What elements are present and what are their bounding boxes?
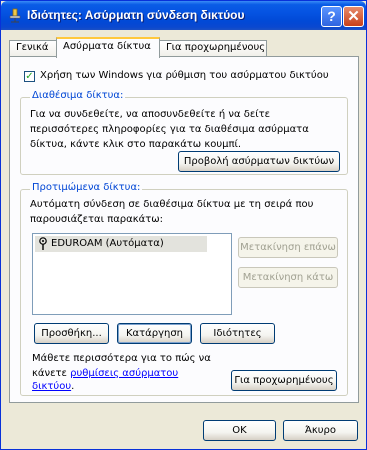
cancel-button[interactable]: Άκυρο <box>283 420 358 441</box>
tab-advanced[interactable]: Για προχωρημένους <box>159 40 267 56</box>
learn-more-suffix: . <box>71 381 75 392</box>
preferred-networks-list[interactable]: EDUROAM (Αυτόματα) <box>32 233 232 315</box>
advanced-button[interactable]: Για προχωρημένους <box>231 370 337 391</box>
list-item[interactable]: EDUROAM (Αυτόματα) <box>35 236 207 252</box>
view-wireless-networks-button[interactable]: Προβολή ασύρματων δικτύων <box>178 151 340 172</box>
network-properties-button[interactable]: Ιδιότητες <box>200 323 275 344</box>
use-windows-checkbox[interactable]: ✓ <box>24 71 35 82</box>
tab-wireless-networks[interactable]: Ασύρματα δίκτυα <box>56 37 160 58</box>
ok-button[interactable]: OK <box>203 420 276 441</box>
remove-network-button[interactable]: Κατάργηση <box>117 323 192 344</box>
add-network-button[interactable]: Προσθήκη... <box>34 323 109 344</box>
tab-general[interactable]: Γενικά <box>9 40 57 56</box>
preferred-networks-legend: Προτιμώμενα δίκτυα: <box>30 182 143 193</box>
wireless-network-icon <box>39 237 47 250</box>
learn-more-line3: δικτύου. <box>32 381 74 392</box>
wireless-settings-link-continued[interactable]: δικτύου <box>32 381 71 392</box>
available-description-line: δίκτυα, κάντε κλικ στο παρακάτω κουμπί. <box>30 139 242 150</box>
network-name: EDUROAM (Αυτόματα) <box>51 238 164 249</box>
move-down-button[interactable]: Μετακίνηση κάτω <box>238 267 338 288</box>
tab-panel: ✓ Χρήση των Windows για ρύθμιση του ασύρ… <box>9 56 359 403</box>
move-up-button[interactable]: Μετακίνηση επάνω <box>238 237 338 258</box>
properties-dialog: Ιδιότητες: Ασύρματη σύνδεση δικτύου ? ✕ … <box>0 0 367 450</box>
window-title: Ιδιότητες: Ασύρματη σύνδεση δικτύου <box>27 8 245 22</box>
close-button[interactable]: ✕ <box>343 6 364 27</box>
title-bar[interactable]: Ιδιότητες: Ασύρματη σύνδεση δικτύου ? ✕ <box>1 1 366 30</box>
learn-more-text: Μάθετε περισσότερα για το πώς να <box>32 353 211 364</box>
available-description-line: περισσότερες πληροφορίες για τα διαθέσιμ… <box>30 124 309 135</box>
preferred-description-line: Αυτόματη σύνδεση σε διαθέσιμα δίκτυα με … <box>30 199 314 210</box>
learn-more-line2: κάνετε ρυθμίσεις ασύρματου <box>32 368 178 379</box>
wireless-settings-link[interactable]: ρυθμίσεις ασύρματου <box>70 368 178 379</box>
available-description-line: Για να συνδεθείτε, να αποσυνδεθείτε ή να… <box>30 109 271 120</box>
learn-more-prefix: κάνετε <box>32 368 71 379</box>
use-windows-label: Χρήση των Windows για ρύθμιση του ασύρμα… <box>40 70 329 81</box>
preferred-description-line: παρουσιάζεται παρακάτω: <box>30 214 163 225</box>
network-connection-icon <box>9 8 21 23</box>
available-networks-legend: Διαθέσιμα δίκτυα: <box>30 90 126 101</box>
help-button[interactable]: ? <box>321 6 342 27</box>
